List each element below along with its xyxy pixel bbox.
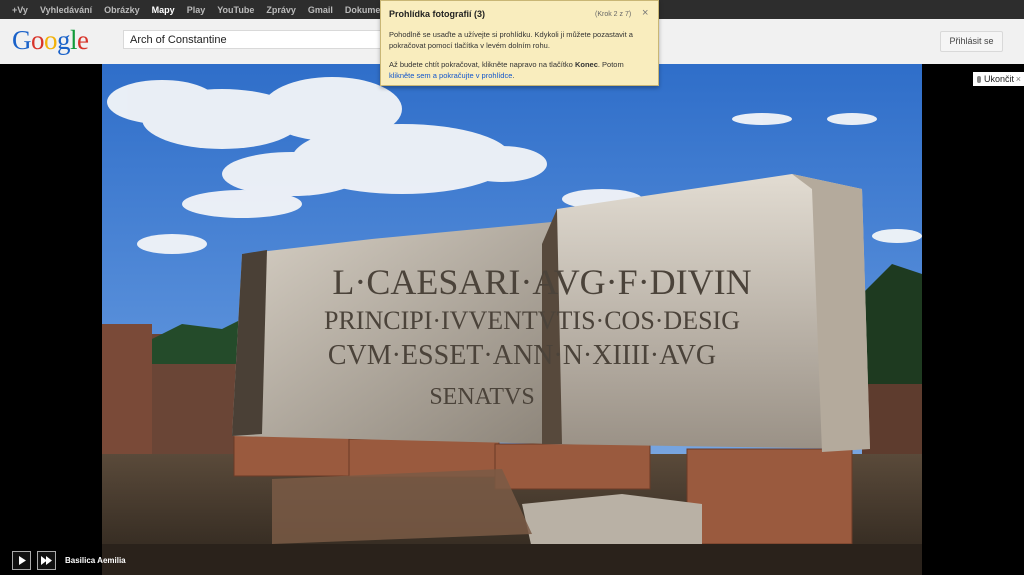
gbar-plus-you[interactable]: +Vy xyxy=(0,5,34,15)
search-input[interactable]: Arch of Constantine xyxy=(123,30,413,49)
continue-tour-link[interactable]: klikněte sem a pokračujte v prohlídce xyxy=(389,71,512,80)
gbar-maps[interactable]: Mapy xyxy=(146,5,181,15)
exit-tour-label: Ukončit xyxy=(984,74,1015,84)
play-icon xyxy=(19,556,26,565)
tour-p2-text-d: . xyxy=(512,71,515,80)
fast-forward-icon xyxy=(41,556,52,565)
gbar-play[interactable]: Play xyxy=(181,5,212,15)
photo-caption: Basilica Aemilia xyxy=(65,556,126,565)
gbar-gmail[interactable]: Gmail xyxy=(302,5,339,15)
tour-step: (Krok 2 z 7) xyxy=(595,11,632,18)
gbar-images[interactable]: Obrázky xyxy=(98,5,146,15)
inscription-line-3: CVM·ESSET·ANN·N·XIIII·AVG xyxy=(328,340,716,371)
tour-title: Prohlídka fotografií (3) xyxy=(389,9,486,19)
tour-paragraph-1: Pohodlně se usaďte a užívejte si prohlíd… xyxy=(389,30,633,50)
tour-end-label: Konec xyxy=(574,60,598,69)
inscription-line-1: L·CAESARI·AVG·F·DIVIN xyxy=(332,262,751,302)
close-icon[interactable]: × xyxy=(1016,72,1021,86)
tour-p2-text-a: Až budete chtít pokračovat, klikněte nap… xyxy=(389,60,575,69)
tour-p2-text-c: . Potom xyxy=(597,60,624,69)
google-logo[interactable]: Google xyxy=(12,25,89,56)
inscription-line-4: SENATVS xyxy=(429,384,534,410)
exit-tour-button[interactable]: Ukončit × xyxy=(973,72,1024,86)
close-icon[interactable]: × xyxy=(642,7,648,19)
photo-stage: L·CAESARI·AVG·F·DIVIN PRINCIPI·IVVENTVTI… xyxy=(0,64,1024,575)
gbar-youtube[interactable]: YouTube xyxy=(211,5,260,15)
play-button[interactable] xyxy=(12,551,31,570)
inscription-line-2: PRINCIPI·IVVENTVTIS·COS·DESIG xyxy=(324,306,740,335)
fast-forward-button[interactable] xyxy=(37,551,56,570)
gbar-news[interactable]: Zprávy xyxy=(260,5,302,15)
tour-paragraph-2: Až budete chtít pokračovat, klikněte nap… xyxy=(389,59,651,81)
mic-icon xyxy=(977,76,981,83)
tour-tooltip: Prohlídka fotografií (3) (Krok 2 z 7) × … xyxy=(380,0,659,86)
gbar-search[interactable]: Vyhledávání xyxy=(34,5,98,15)
sign-in-button[interactable]: Přihlásit se xyxy=(940,31,1003,52)
tour-photo: L·CAESARI·AVG·F·DIVIN PRINCIPI·IVVENTVTI… xyxy=(102,64,922,575)
